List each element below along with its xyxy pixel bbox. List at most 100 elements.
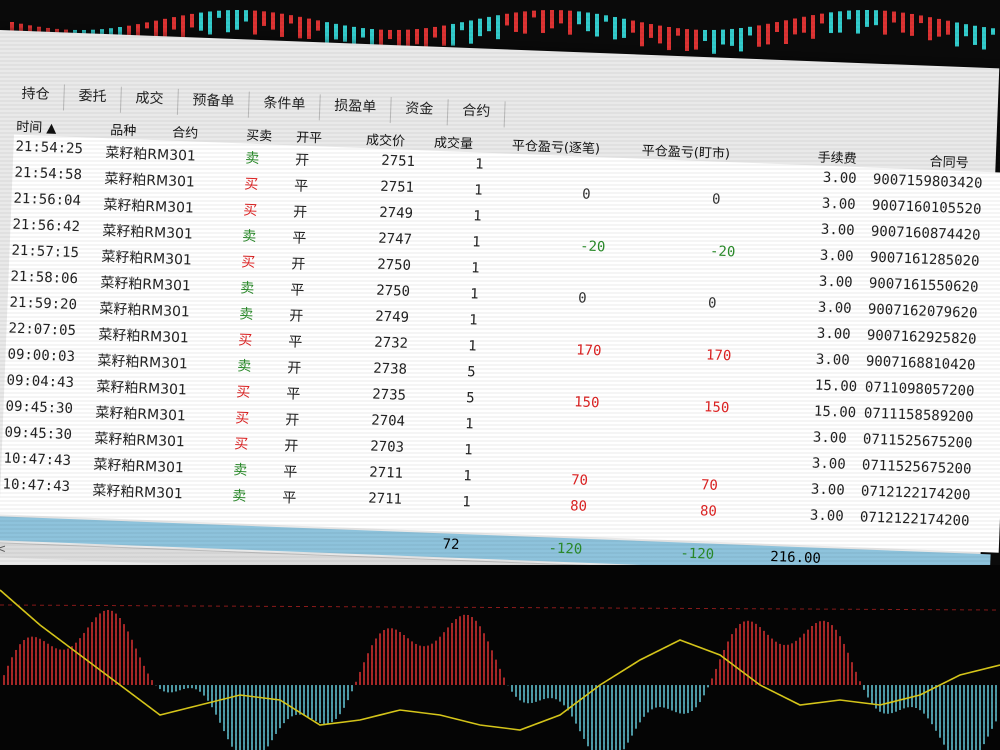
candle [235,10,239,30]
cell-price: 2747 [377,230,413,248]
tab-funds[interactable]: 资金 [390,97,449,126]
cell-side: 买 [234,410,250,427]
cell-price: 2738 [372,360,408,378]
trade-window: 持仓 委托 成交 预备单 条件单 损盈单 资金 合约 时间 ▲ 品种 合约 买卖… [0,30,1000,608]
cell-side: 卖 [236,358,252,375]
cell-price: 2750 [376,256,412,274]
candle [721,29,725,45]
candle [901,12,905,33]
cell-qty: 5 [465,390,475,407]
cell-price: 2711 [368,464,404,482]
candle [181,15,185,40]
candle [793,18,797,35]
cell-pnl-trade: 0 [581,186,591,203]
cell-pnl-mark: 0 [711,191,721,208]
candle [577,11,581,25]
tab-conditional[interactable]: 条件单 [248,91,321,121]
candle [649,24,653,38]
cell-time: 10:47:43 [2,476,71,496]
cell-open-close: 开 [290,256,306,273]
cell-variety-contract: 菜籽粕RM301 [98,327,190,347]
trade-table: 21:54:25 菜籽粕RM301 卖开 2751 1 3.00 9007159803420… [0,134,1000,553]
cell-side: 卖 [231,488,247,505]
cell-time: 21:54:58 [14,164,83,184]
candle [811,15,815,39]
cell-open-close: 平 [285,386,301,403]
candle [433,26,437,38]
tab-contracts[interactable]: 合约 [447,99,506,128]
cell-pnl-mark: 0 [707,295,717,312]
cell-open-close: 平 [281,490,297,507]
col-time[interactable]: 时间 ▲ [16,116,57,137]
candle [838,11,842,33]
candle [676,28,680,36]
cell-side: 买 [237,332,253,349]
cell-open-close: 开 [292,204,308,221]
candle [505,13,509,26]
candle [523,11,527,34]
col-contract[interactable]: 合约 [172,122,199,142]
tab-preorders[interactable]: 预备单 [177,88,250,118]
candle [919,15,923,24]
cell-price: 2704 [370,412,406,430]
cell-open-close: 平 [287,334,303,351]
cell-qty: 1 [469,286,479,303]
cell-variety-contract: 菜籽粕RM301 [102,223,194,243]
cell-variety-contract: 菜籽粕RM301 [105,145,197,165]
col-qty[interactable]: 成交量 [434,132,474,152]
candle [694,29,698,50]
tab-positions[interactable]: 持仓 [6,82,65,111]
cell-side: 买 [235,384,251,401]
scroll-left-arrow-icon[interactable]: < [0,541,6,555]
cell-qty: 1 [473,182,483,199]
cell-variety-contract: 菜籽粕RM301 [100,275,192,295]
cell-time: 09:45:30 [5,398,74,418]
total-pnl-mark: -120 [680,545,715,563]
cell-open-close: 平 [282,464,298,481]
cell-qty: 1 [464,416,474,433]
cell-pnl-trade: 150 [573,394,600,412]
cell-open-close: 平 [289,282,305,299]
candle [883,10,887,35]
tab-orders[interactable]: 委托 [63,84,122,113]
cell-pnl-mark: 170 [705,347,732,365]
col-variety[interactable]: 品种 [110,119,137,139]
candle [928,17,932,41]
candle [541,10,545,34]
col-open-close[interactable]: 开平 [296,126,323,146]
col-side[interactable]: 买卖 [246,125,273,145]
tab-trades[interactable]: 成交 [120,86,179,115]
candle [262,11,266,26]
candle [856,10,860,34]
candle [667,26,671,51]
col-price[interactable]: 成交价 [366,129,406,149]
tab-stop-profit[interactable]: 损盈单 [319,94,392,124]
cell-side: 卖 [241,228,257,245]
cell-price: 2703 [369,438,405,456]
cell-time: 21:56:04 [13,190,82,210]
candle [685,29,689,51]
candle [478,18,482,37]
cell-pnl-trade: 0 [577,290,587,307]
cell-side: 买 [243,176,259,194]
candle [361,28,365,38]
candle [487,16,491,32]
cell-qty: 1 [467,338,477,355]
candle [550,10,554,29]
candle [298,16,302,39]
cell-fee-contract-no: 3.00 [811,455,846,473]
candle [658,25,662,44]
cell-fee-contract-no: 3.00 [818,273,853,291]
cell-fee-contract-no: 15.00 [814,377,858,396]
cell-price: 2711 [367,490,403,508]
candle [199,12,203,31]
col-fee[interactable]: 手续费 [817,146,857,166]
col-contract-no[interactable]: 合同号 [929,151,969,171]
candle [442,25,446,46]
candle [937,18,941,37]
candle [595,13,599,37]
cell-contract-no: 0711158589200 [863,405,974,426]
cell-contract-no: 9007162079620 [867,301,978,322]
cell-variety-contract: 菜籽粕RM301 [92,482,184,503]
cell-fee-contract-no: 3.00 [812,429,847,447]
